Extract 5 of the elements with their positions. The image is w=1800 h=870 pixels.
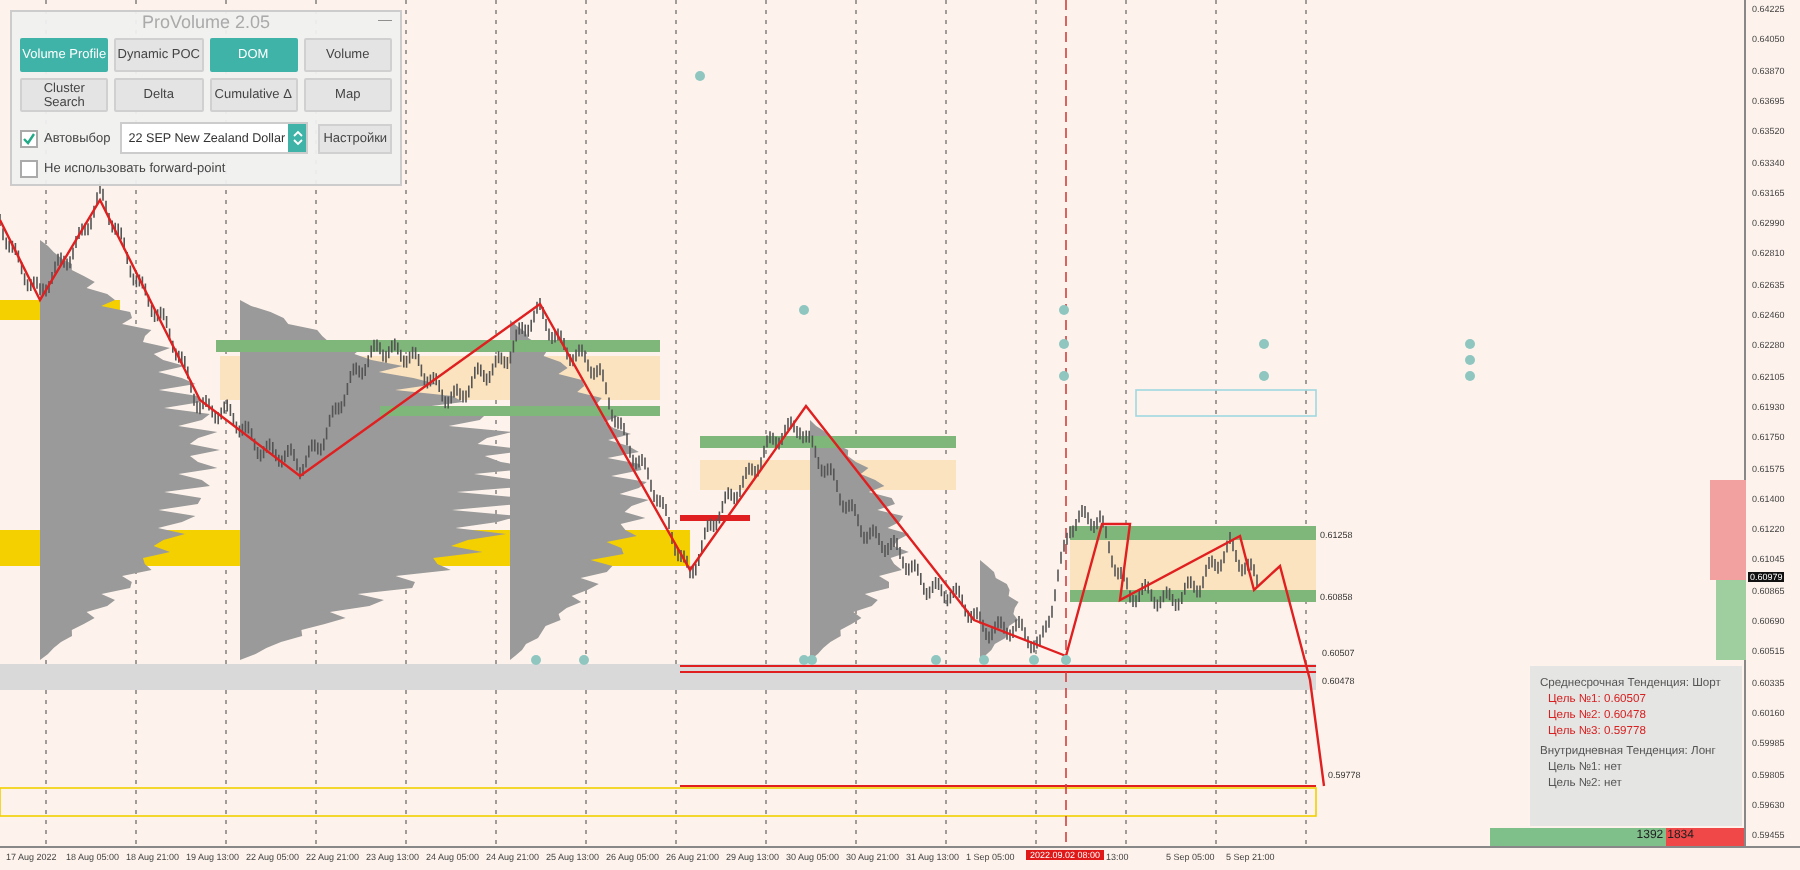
check-icon xyxy=(22,131,36,145)
level-line xyxy=(680,515,750,521)
panel-title: ProVolume 2.05 xyxy=(141,12,271,32)
spinner-icon xyxy=(291,128,304,148)
volume-profile xyxy=(980,560,1019,660)
